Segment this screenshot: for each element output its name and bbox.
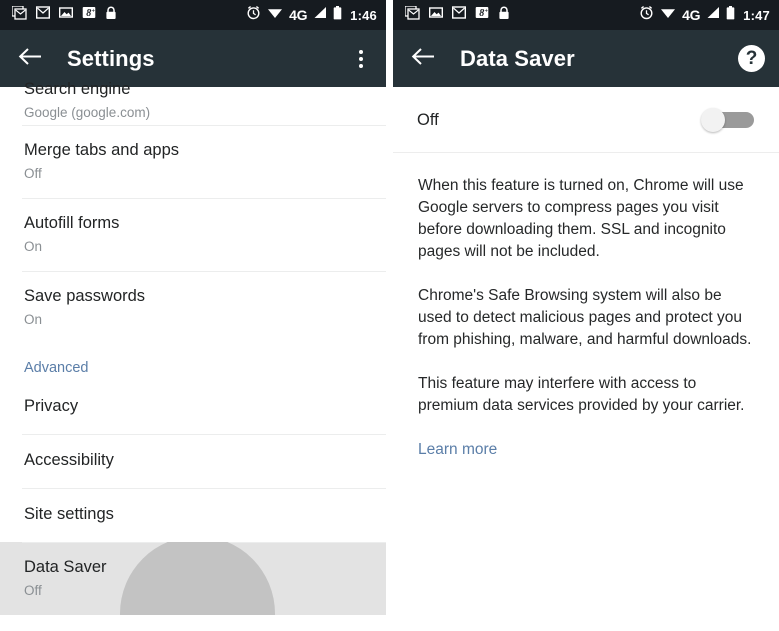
- app-bar-actions: [350, 44, 372, 74]
- gmail-stacked-icon: [404, 4, 420, 25]
- list-item-subtitle: Google (google.com): [24, 104, 151, 120]
- status-bar-notification-icons: 8 +: [404, 4, 510, 25]
- learn-more-link[interactable]: Learn more: [418, 441, 497, 459]
- back-arrow-icon[interactable]: [18, 47, 42, 71]
- page-title: Settings: [67, 45, 155, 71]
- app-bar-actions: ?: [738, 45, 765, 72]
- photo-icon: [428, 6, 444, 24]
- list-item-save-passwords[interactable]: Save passwords On: [0, 271, 386, 344]
- dual-screenshot-container: 8 + 4G 1:46 Settings Search engine Googl…: [0, 0, 779, 631]
- svg-text:+: +: [485, 9, 489, 15]
- description-paragraph-1: When this feature is turned on, Chrome w…: [418, 177, 744, 260]
- svg-text:+: +: [92, 9, 96, 15]
- right-phone-data-saver-screen: 8 + 4G 1:47 Data Saver ? Off When this f…: [393, 0, 779, 631]
- list-item-autofill-forms[interactable]: Autofill forms On: [0, 198, 386, 271]
- list-item-subtitle: Off: [24, 582, 42, 598]
- photo-icon: [58, 6, 74, 24]
- list-item-title: Privacy: [24, 397, 79, 416]
- wifi-icon: [660, 6, 676, 24]
- list-item-title: Data Saver: [24, 558, 107, 576]
- data-saver-description: When this feature is turned on, Chrome w…: [393, 153, 779, 459]
- list-item-privacy[interactable]: Privacy: [0, 380, 386, 434]
- settings-app-bar: Settings: [0, 30, 386, 87]
- wifi-icon: [267, 6, 283, 24]
- battery-icon: [333, 5, 342, 25]
- clock-label: 1:46: [350, 7, 377, 23]
- lock-icon: [105, 6, 117, 25]
- list-item-subtitle: On: [24, 311, 43, 327]
- list-item-title: Merge tabs and apps: [24, 141, 180, 159]
- settings-list[interactable]: Search engine Google (google.com) Merge …: [0, 80, 386, 615]
- section-header-advanced: Advanced: [0, 344, 386, 380]
- alarm-icon: [639, 5, 654, 25]
- description-paragraph-2: Chrome's Safe Browsing system will also …: [418, 287, 752, 348]
- list-item-title: Save passwords: [24, 287, 146, 305]
- toggle-state-label: Off: [417, 110, 439, 129]
- status-bar: 8 + 4G 1:46: [0, 0, 386, 30]
- switch-knob: [701, 108, 725, 132]
- back-arrow-icon[interactable]: [411, 47, 435, 71]
- gmail-icon: [35, 6, 51, 24]
- gmail-stacked-icon: [11, 4, 27, 25]
- list-item-merge-tabs-and-apps[interactable]: Merge tabs and apps Off: [0, 125, 386, 198]
- signal-icon: [706, 6, 720, 24]
- list-item-subtitle: Off: [24, 165, 42, 181]
- status-bar: 8 + 4G 1:47: [393, 0, 779, 30]
- panel-divider: [386, 0, 393, 631]
- list-item-title: Site settings: [24, 505, 114, 524]
- list-item-title: Accessibility: [24, 451, 114, 470]
- description-paragraph-3: This feature may interfere with access t…: [418, 375, 745, 414]
- page-title: Data Saver: [460, 45, 575, 71]
- clock-label: 1:47: [743, 7, 770, 23]
- list-item-subtitle: On: [24, 238, 43, 254]
- data-saver-app-bar: Data Saver ?: [393, 30, 779, 87]
- help-icon[interactable]: ?: [738, 45, 765, 72]
- list-item-data-saver[interactable]: Data Saver Off: [0, 542, 386, 615]
- status-bar-system-icons: 4G 1:47: [639, 5, 770, 25]
- list-item-site-settings[interactable]: Site settings: [0, 488, 386, 542]
- google-plus-icon: 8 +: [82, 6, 96, 24]
- data-saver-toggle-row[interactable]: Off: [393, 87, 779, 153]
- overflow-menu-icon[interactable]: [350, 44, 372, 74]
- network-type-label: 4G: [682, 7, 701, 23]
- list-item-accessibility[interactable]: Accessibility: [0, 434, 386, 488]
- list-item-search-engine[interactable]: Search engine Google (google.com): [0, 80, 386, 125]
- network-type-label: 4G: [289, 7, 308, 23]
- list-item-title: Search engine: [24, 80, 131, 99]
- signal-icon: [313, 6, 327, 24]
- touch-ripple: [120, 542, 275, 615]
- google-plus-icon: 8 +: [475, 6, 489, 24]
- data-saver-switch[interactable]: [701, 108, 754, 132]
- list-item-title: Autofill forms: [24, 214, 120, 232]
- alarm-icon: [246, 5, 261, 25]
- status-bar-notification-icons: 8 +: [11, 4, 117, 25]
- gmail-icon: [451, 6, 467, 24]
- left-phone-settings-screen: 8 + 4G 1:46 Settings Search engine Googl…: [0, 0, 386, 631]
- lock-icon: [498, 6, 510, 25]
- battery-icon: [726, 5, 735, 25]
- status-bar-system-icons: 4G 1:46: [246, 5, 377, 25]
